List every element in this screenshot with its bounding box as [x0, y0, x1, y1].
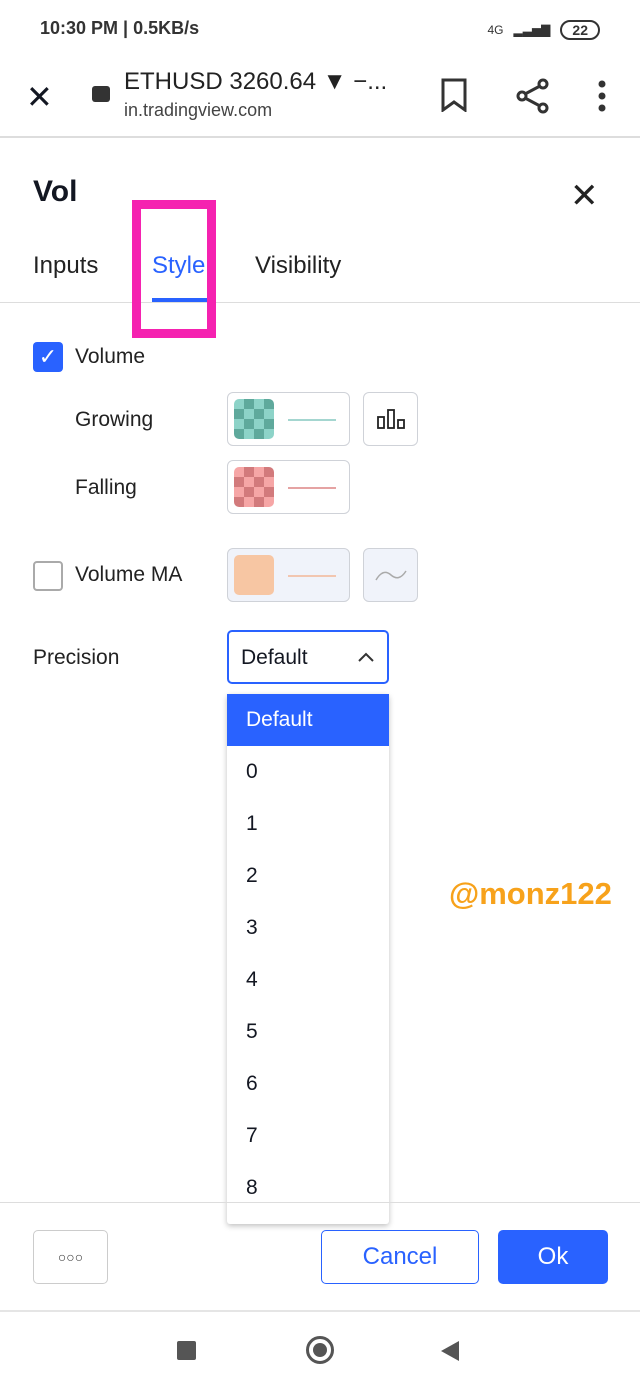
- close-tab-icon[interactable]: ✕: [26, 78, 53, 116]
- growing-color-swatch: [234, 399, 274, 439]
- dialog-title: Vol: [33, 175, 78, 208]
- volume-ma-color-picker[interactable]: [227, 548, 350, 602]
- volume-checkbox[interactable]: ✓: [33, 342, 63, 372]
- footer-divider: [0, 1202, 640, 1203]
- precision-option[interactable]: 3: [227, 902, 389, 954]
- precision-option[interactable]: 4: [227, 954, 389, 1006]
- watermark: @monz122: [449, 876, 612, 911]
- home-icon[interactable]: [306, 1336, 334, 1364]
- tab-visibility[interactable]: Visibility: [255, 252, 341, 280]
- plot-style-button[interactable]: [363, 392, 418, 446]
- battery-level: 22: [560, 20, 600, 40]
- close-dialog-icon[interactable]: ✕: [570, 176, 599, 216]
- highlight-box: [132, 200, 216, 338]
- network-label: 4G: [487, 23, 504, 37]
- tabs-divider: [0, 302, 640, 303]
- share-icon[interactable]: [515, 78, 551, 114]
- status-icons: 4G ▂▃▅▇ 22: [487, 20, 600, 40]
- growing-color-picker[interactable]: [227, 392, 350, 446]
- line-wave-icon: [374, 570, 407, 581]
- precision-option[interactable]: Default: [227, 694, 389, 746]
- android-nav-bar: [0, 1310, 640, 1387]
- more-options-button[interactable]: ○○○: [33, 1230, 108, 1284]
- precision-option[interactable]: 6: [227, 1058, 389, 1110]
- precision-option[interactable]: 0: [227, 746, 389, 798]
- precision-option[interactable]: 5: [227, 1006, 389, 1058]
- growing-label: Growing: [75, 408, 154, 431]
- precision-option[interactable]: 1: [227, 798, 389, 850]
- volume-ma-style-button[interactable]: [363, 548, 418, 602]
- columns-icon: [376, 409, 405, 429]
- precision-value: Default: [241, 646, 308, 669]
- precision-dropdown: Default 0 1 2 3 4 5 6 7 8: [227, 694, 389, 1224]
- lock-icon: [92, 86, 110, 102]
- precision-label: Precision: [33, 646, 120, 669]
- volume-ma-color-swatch: [234, 555, 274, 595]
- signal-icon: ▂▃▅▇: [513, 23, 551, 37]
- precision-option[interactable]: 2: [227, 850, 389, 902]
- falling-label: Falling: [75, 476, 137, 499]
- cancel-button[interactable]: Cancel: [321, 1230, 479, 1284]
- ok-button[interactable]: Ok: [498, 1230, 608, 1284]
- page-url[interactable]: in.tradingview.com: [124, 100, 272, 121]
- status-time: 10:30 PM | 0.5KB/s: [40, 18, 200, 38]
- back-icon[interactable]: [440, 1340, 460, 1362]
- page-title: ETHUSD 3260.64 ▼ −...: [124, 68, 388, 95]
- precision-option[interactable]: 7: [227, 1110, 389, 1162]
- precision-option[interactable]: 8: [227, 1162, 389, 1214]
- more-menu-icon[interactable]: [596, 80, 608, 112]
- falling-color-picker[interactable]: [227, 460, 350, 514]
- volume-label: Volume: [75, 345, 146, 368]
- volume-ma-line-preview: [288, 575, 336, 577]
- falling-line-preview: [288, 487, 336, 489]
- recents-icon[interactable]: [177, 1341, 196, 1360]
- volume-ma-label: Volume MA: [75, 563, 183, 586]
- bookmark-icon[interactable]: [440, 78, 468, 112]
- tab-inputs[interactable]: Inputs: [33, 252, 98, 280]
- chevron-up-icon: [358, 652, 374, 662]
- precision-select[interactable]: Default: [227, 630, 389, 684]
- volume-ma-checkbox[interactable]: [33, 561, 63, 591]
- falling-color-swatch: [234, 467, 274, 507]
- browser-toolbar: ✕ ETHUSD 3260.64 ▼ −... in.tradingview.c…: [0, 60, 640, 138]
- growing-line-preview: [288, 419, 336, 421]
